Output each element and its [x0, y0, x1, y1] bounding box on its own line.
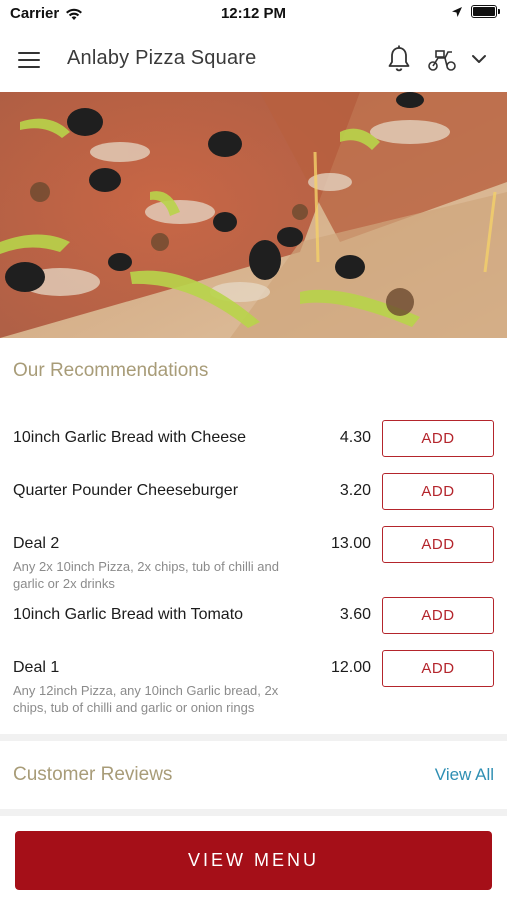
reviews-title: Customer Reviews	[13, 764, 173, 785]
item-name: 10inch Garlic Bread with Tomato	[13, 606, 244, 623]
page-title: Anlaby Pizza Square	[67, 47, 257, 69]
delivery-icon[interactable]	[425, 44, 459, 74]
chevron-down-icon[interactable]	[468, 48, 490, 70]
add-button[interactable]: ADD	[382, 597, 494, 634]
item-price: 12.00	[330, 659, 371, 676]
add-button[interactable]: ADD	[382, 526, 494, 563]
battery-icon	[471, 5, 500, 18]
app-header: Anlaby Pizza Square	[0, 28, 507, 92]
bell-icon[interactable]	[385, 44, 413, 74]
item-name: Deal 2	[13, 535, 60, 552]
item-description: Any 2x 10inch Pizza, 2x chips, tub of ch…	[13, 559, 279, 591]
item-price: 3.60	[339, 606, 371, 623]
item-description: Any 12inch Pizza, any 10inch Garlic brea…	[13, 683, 279, 715]
section-divider	[0, 734, 507, 741]
recommendations-title: Our Recommendations	[13, 360, 209, 381]
item-name: Deal 1	[13, 659, 60, 676]
view-all-link[interactable]: View All	[435, 765, 494, 785]
hero-pizza-image	[0, 92, 507, 338]
add-button[interactable]: ADD	[382, 473, 494, 510]
recommendations-section: Our Recommendations 10inch Garlic Bread …	[0, 338, 507, 734]
item-price: 13.00	[330, 535, 371, 552]
status-bar: Carrier 12:12 PM	[0, 0, 507, 28]
location-arrow-icon	[452, 6, 462, 17]
view-menu-button[interactable]: VIEW MENU	[15, 831, 492, 890]
item-price: 4.30	[339, 429, 371, 446]
section-divider	[0, 809, 507, 816]
menu-icon[interactable]	[18, 46, 50, 74]
status-time: 12:12 PM	[220, 5, 287, 22]
item-name: Quarter Pounder Cheeseburger	[13, 482, 239, 499]
add-button[interactable]: ADD	[382, 420, 494, 457]
bottom-bar: VIEW MENU	[0, 816, 507, 900]
item-price: 3.20	[339, 482, 371, 499]
status-right	[451, 5, 500, 18]
add-button[interactable]: ADD	[382, 650, 494, 687]
reviews-section: Customer Reviews View All	[0, 741, 507, 809]
item-name: 10inch Garlic Bread with Cheese	[13, 429, 247, 446]
